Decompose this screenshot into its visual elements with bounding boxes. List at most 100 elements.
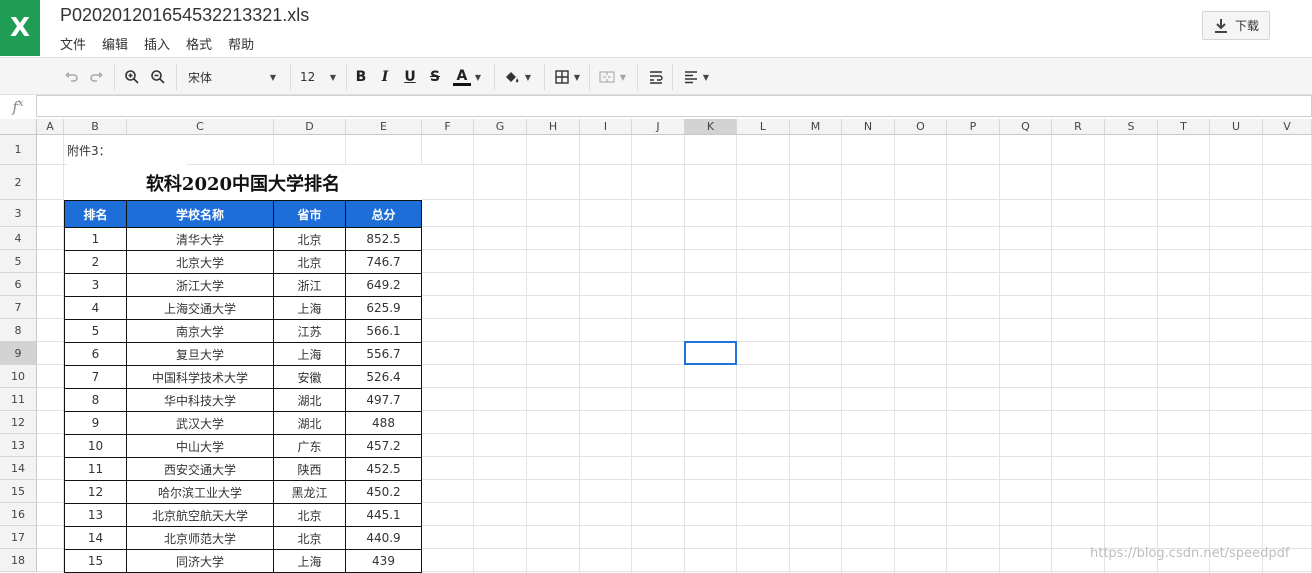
table-cell[interactable]: 上海交通大学 (126, 296, 274, 320)
table-cell[interactable]: 安徽 (273, 365, 346, 389)
row-header-13[interactable]: 13 (0, 434, 37, 457)
column-header-B[interactable]: B (64, 119, 127, 135)
table-cell[interactable]: 北京 (273, 526, 346, 550)
table-cell[interactable]: 上海 (273, 549, 346, 573)
sheet-title[interactable]: 软科2020中国大学排名 (64, 165, 422, 200)
table-cell[interactable]: 湖北 (273, 411, 346, 435)
row-header-15[interactable]: 15 (0, 480, 37, 503)
merge-cells-button[interactable]: ▼ (594, 58, 630, 96)
table-cell[interactable]: 488 (345, 411, 422, 435)
table-cell[interactable]: 北京师范大学 (126, 526, 274, 550)
column-header-M[interactable]: M (790, 119, 842, 135)
table-cell[interactable]: 黑龙江 (273, 480, 346, 504)
note-cell[interactable]: 附件3： (67, 135, 187, 165)
column-header-C[interactable]: C (127, 119, 274, 135)
menu-help[interactable]: 帮助 (228, 34, 254, 53)
table-cell[interactable]: 12 (64, 480, 127, 504)
table-cell[interactable]: 7 (64, 365, 127, 389)
column-header-G[interactable]: G (474, 119, 527, 135)
column-header-D[interactable]: D (274, 119, 346, 135)
table-cell[interactable]: 清华大学 (126, 227, 274, 251)
column-header-U[interactable]: U (1210, 119, 1263, 135)
table-cell[interactable]: 南京大学 (126, 319, 274, 343)
font-size-select[interactable]: 12 ▼ (296, 58, 340, 96)
table-cell[interactable]: 西安交通大学 (126, 457, 274, 481)
table-header-cell[interactable]: 总分 (345, 200, 422, 228)
row-header-6[interactable]: 6 (0, 273, 37, 296)
column-header-P[interactable]: P (947, 119, 1000, 135)
font-color-button[interactable]: A ▼ (450, 58, 484, 96)
wrap-text-button[interactable] (644, 58, 668, 96)
column-header-F[interactable]: F (422, 119, 474, 135)
row-header-18[interactable]: 18 (0, 549, 37, 572)
table-cell[interactable]: 北京 (273, 227, 346, 251)
table-cell[interactable]: 11 (64, 457, 127, 481)
table-cell[interactable]: 440.9 (345, 526, 422, 550)
table-cell[interactable]: 8 (64, 388, 127, 412)
menu-edit[interactable]: 编辑 (102, 34, 128, 53)
table-cell[interactable]: 625.9 (345, 296, 422, 320)
table-cell[interactable]: 526.4 (345, 365, 422, 389)
row-header-3[interactable]: 3 (0, 200, 37, 227)
table-cell[interactable]: 852.5 (345, 227, 422, 251)
table-cell[interactable]: 10 (64, 434, 127, 458)
underline-button[interactable]: U (401, 58, 419, 96)
table-cell[interactable]: 6 (64, 342, 127, 366)
table-cell[interactable]: 哈尔滨工业大学 (126, 480, 274, 504)
table-cell[interactable]: 上海 (273, 342, 346, 366)
table-cell[interactable]: 北京 (273, 250, 346, 274)
table-cell[interactable]: 4 (64, 296, 127, 320)
row-header-12[interactable]: 12 (0, 411, 37, 434)
table-cell[interactable]: 2 (64, 250, 127, 274)
table-cell[interactable]: 武汉大学 (126, 411, 274, 435)
column-header-L[interactable]: L (737, 119, 790, 135)
table-cell[interactable]: 439 (345, 549, 422, 573)
column-header-O[interactable]: O (895, 119, 947, 135)
strikethrough-button[interactable]: S (426, 58, 444, 96)
table-cell[interactable]: 13 (64, 503, 127, 527)
menu-format[interactable]: 格式 (186, 34, 212, 53)
table-header-cell[interactable]: 排名 (64, 200, 127, 228)
menu-file[interactable]: 文件 (60, 34, 86, 53)
table-cell[interactable]: 556.7 (345, 342, 422, 366)
table-header-cell[interactable]: 学校名称 (126, 200, 274, 228)
column-header-K[interactable]: K (685, 119, 737, 135)
row-header-11[interactable]: 11 (0, 388, 37, 411)
column-header-J[interactable]: J (632, 119, 685, 135)
column-header-T[interactable]: T (1158, 119, 1210, 135)
table-cell[interactable]: 同济大学 (126, 549, 274, 573)
menu-insert[interactable]: 插入 (144, 34, 170, 53)
bold-button[interactable]: B (352, 58, 370, 96)
column-header-N[interactable]: N (842, 119, 895, 135)
table-cell[interactable]: 湖北 (273, 388, 346, 412)
fill-color-button[interactable]: ▼ (500, 58, 534, 96)
row-header-1[interactable]: 1 (0, 135, 37, 165)
table-cell[interactable]: 华中科技大学 (126, 388, 274, 412)
row-header-8[interactable]: 8 (0, 319, 37, 342)
table-cell[interactable]: 445.1 (345, 503, 422, 527)
row-header-16[interactable]: 16 (0, 503, 37, 526)
row-header-5[interactable]: 5 (0, 250, 37, 273)
download-button[interactable]: 下载 (1202, 11, 1270, 40)
table-cell[interactable]: 14 (64, 526, 127, 550)
row-header-2[interactable]: 2 (0, 165, 37, 200)
table-cell[interactable]: 北京大学 (126, 250, 274, 274)
row-header-9[interactable]: 9 (0, 342, 37, 365)
zoom-in-button[interactable] (121, 58, 143, 96)
table-header-cell[interactable]: 省市 (273, 200, 346, 228)
table-cell[interactable]: 9 (64, 411, 127, 435)
table-cell[interactable]: 746.7 (345, 250, 422, 274)
zoom-out-button[interactable] (147, 58, 169, 96)
column-header-I[interactable]: I (580, 119, 632, 135)
table-cell[interactable]: 北京 (273, 503, 346, 527)
table-cell[interactable]: 中国科学技术大学 (126, 365, 274, 389)
row-header-7[interactable]: 7 (0, 296, 37, 319)
row-header-4[interactable]: 4 (0, 227, 37, 250)
undo-button[interactable] (60, 58, 82, 96)
font-family-select[interactable]: 宋体 ▼ (182, 58, 282, 96)
column-header-A[interactable]: A (37, 119, 64, 135)
row-header-17[interactable]: 17 (0, 526, 37, 549)
table-cell[interactable]: 497.7 (345, 388, 422, 412)
column-header-V[interactable]: V (1263, 119, 1312, 135)
selected-cell[interactable] (684, 341, 737, 365)
